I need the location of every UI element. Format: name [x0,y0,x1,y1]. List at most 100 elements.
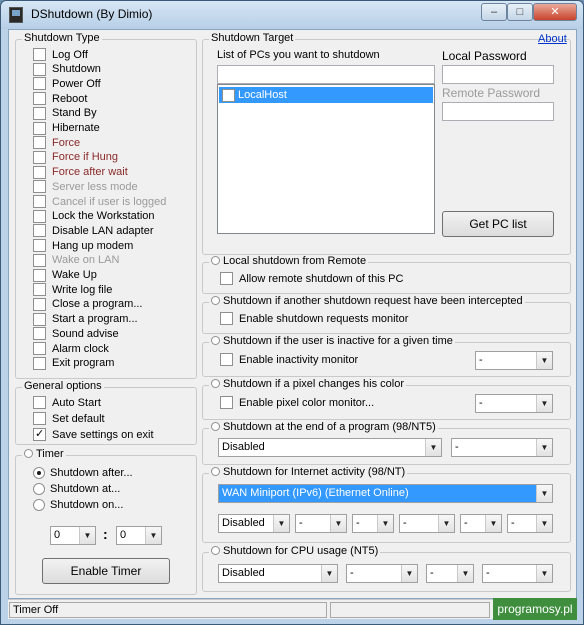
internet-select-1[interactable]: - ▼ [295,514,347,533]
internet-adapter-select[interactable]: WAN Miniport (IPv6) (Ethernet Online) ▼ [218,484,553,503]
internet-select-4[interactable]: - ▼ [460,514,502,533]
shutdown-type-item[interactable]: Force [33,136,80,150]
shutdown-type-item[interactable]: Sound advise [33,327,119,341]
chevron-down-icon: ▼ [536,515,552,532]
section-radio-icon[interactable] [211,256,220,265]
pc-name-input[interactable] [217,65,435,84]
checkbox-icon [220,272,233,285]
shutdown-target-group: Shutdown Target About List of PCs you wa… [202,32,571,255]
inactivity-time-select[interactable]: - ▼ [475,351,553,370]
section-radio-icon[interactable] [211,546,220,555]
timer-hours-select[interactable]: 0 ▼ [50,526,96,545]
shutdown-type-item[interactable]: Exit program [33,356,114,370]
cpu-group: Shutdown for CPU usage (NT5) Disabled ▼ -… [202,545,571,592]
timer-minutes-select[interactable]: 0 ▼ [116,526,162,545]
shutdown-type-item[interactable]: Wake on LAN [33,253,120,267]
requests-monitor-checkbox[interactable]: Enable shutdown requests monitor [220,312,408,325]
general-option-item[interactable]: Set default [33,412,105,425]
internet-select-2[interactable]: - ▼ [352,514,394,533]
shutdown-type-item[interactable]: Alarm clock [33,342,109,355]
section-radio-icon[interactable] [211,422,220,431]
shutdown-type-item-label: Close a program... [52,298,143,311]
chevron-down-icon: ▼ [401,565,417,582]
shutdown-type-item[interactable]: Write log file [33,283,112,297]
section-radio-icon[interactable] [211,336,220,345]
chevron-down-icon: ▼ [330,515,346,532]
about-link[interactable]: About [538,33,567,45]
shutdown-type-item-label: Wake on LAN [52,254,120,267]
checkbox-icon [33,224,46,238]
shutdown-type-item[interactable]: Cancel if user is logged [33,195,166,208]
shutdown-type-item[interactable]: Close a program... [33,297,143,311]
program-end-mode-select[interactable]: Disabled ▼ [218,438,442,457]
close-button[interactable]: ✕ [533,3,577,21]
pc-list-item[interactable]: LocalHost [219,87,433,103]
timer-option[interactable]: Shutdown on... [33,499,123,511]
minimize-button[interactable]: – [481,3,507,21]
chevron-down-icon: ▼ [536,395,552,412]
shutdown-type-item[interactable]: Start a program... [33,312,138,326]
pixel-select[interactable]: - ▼ [475,394,553,413]
checkbox-icon [33,150,46,164]
general-option-item[interactable]: Save settings on exit [33,428,154,441]
section-radio-icon[interactable] [211,296,220,305]
internet-select-3[interactable]: - ▼ [399,514,455,533]
shutdown-type-item-label: Stand By [52,107,97,120]
chevron-down-icon: ▼ [273,515,289,532]
checkbox-icon [33,412,46,425]
shutdown-type-item[interactable]: Log Off [33,48,88,61]
shutdown-type-item[interactable]: Stand By [33,106,97,120]
cpu-select-1[interactable]: - ▼ [346,564,418,583]
timer-radio-icon[interactable] [24,449,33,458]
get-pc-list-button[interactable]: Get PC list [442,211,554,237]
enable-timer-button[interactable]: Enable Timer [42,558,170,584]
shutdown-type-item[interactable]: Server less mode [33,180,138,194]
internet-mode-select[interactable]: Disabled ▼ [218,514,290,533]
general-option-item[interactable]: Auto Start [33,396,101,409]
timer-option[interactable]: Shutdown after... [33,467,133,479]
checkbox-icon [33,239,46,253]
checkbox-icon [33,253,46,267]
program-end-group: Shutdown at the end of a program (98/NT5… [202,421,571,465]
shutdown-type-label: Shutdown Type [22,32,102,44]
pixel-monitor-checkbox[interactable]: Enable pixel color monitor... [220,396,374,409]
intercepted-group: Shutdown if another shutdown request hav… [202,295,571,334]
local-password-input[interactable] [442,65,554,84]
shutdown-type-item[interactable]: Shutdown [33,62,101,76]
shutdown-type-item[interactable]: Reboot [33,92,87,106]
timer-group: Timer Shutdown after... Shutdown at... Shu… [15,448,197,595]
status-text: Timer Off [9,602,327,618]
shutdown-type-item[interactable]: Hibernate [33,121,100,135]
pc-listbox[interactable]: LocalHost [217,84,435,234]
pc-item-checkbox[interactable] [222,88,235,102]
checkbox-icon [33,209,46,223]
chevron-down-icon: ▼ [536,352,552,369]
title-bar[interactable]: DShutdown (By Dimio) – □ ✕ [1,1,583,29]
section-radio-icon[interactable] [211,467,220,476]
shutdown-type-item[interactable]: Force after wait [33,165,128,179]
section-radio-icon[interactable] [211,379,220,388]
checkbox-icon [33,136,46,150]
cpu-mode-select[interactable]: Disabled ▼ [218,564,338,583]
shutdown-type-item[interactable]: Lock the Workstation [33,209,155,223]
cpu-select-2[interactable]: - ▼ [426,564,474,583]
intercepted-label: Shutdown if another shutdown request hav… [209,295,525,307]
allow-remote-checkbox[interactable]: Allow remote shutdown of this PC [220,272,403,285]
cpu-select-3[interactable]: - ▼ [482,564,553,583]
checkbox-icon [33,283,46,297]
maximize-button[interactable]: □ [507,3,533,21]
pc-item-label: LocalHost [238,89,287,101]
shutdown-type-item[interactable]: Disable LAN adapter [33,224,154,238]
shutdown-type-item[interactable]: Hang up modem [33,239,133,253]
internet-select-5[interactable]: - ▼ [507,514,553,533]
watermark: programosy.pl [493,598,577,620]
remote-password-input[interactable] [442,102,554,121]
shutdown-type-item[interactable]: Power Off [33,77,101,91]
timer-option[interactable]: Shutdown at... [33,483,120,495]
shutdown-type-item-label: Power Off [52,77,101,90]
shutdown-type-item[interactable]: Force if Hung [33,150,118,164]
program-end-program-select[interactable]: - ▼ [451,438,553,457]
inactivity-monitor-checkbox[interactable]: Enable inactivity monitor [220,353,358,366]
checkbox-icon [33,268,46,282]
shutdown-type-item[interactable]: Wake Up [33,268,97,282]
